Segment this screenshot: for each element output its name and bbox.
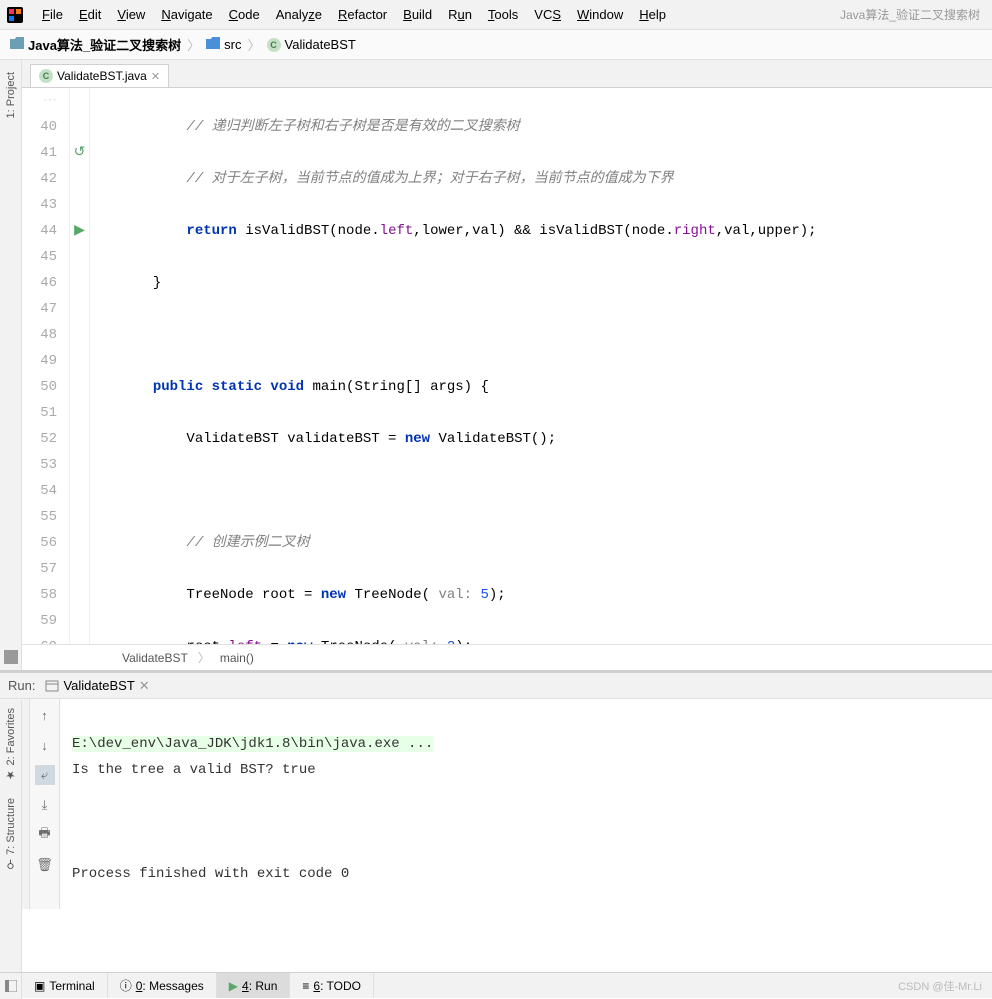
menu-refactor[interactable]: Refactor — [330, 3, 395, 26]
up-icon[interactable]: ↑ — [35, 705, 55, 725]
soft-wrap-button[interactable]: ⤶ — [35, 765, 55, 785]
sidebar-tab-favorites[interactable]: ★ 2: Favorites — [2, 700, 19, 790]
chevron-right-icon: 〉 — [198, 649, 210, 666]
nav-breadcrumbs: Java算法_验证二叉搜索树 〉 src 〉 C ValidateBST — [0, 30, 992, 60]
tab-todo[interactable]: ≡ 6: TODO — [290, 973, 374, 998]
menu-view[interactable]: View — [109, 3, 153, 26]
menu-navigate[interactable]: Navigate — [153, 3, 220, 26]
crumb-src[interactable]: src — [206, 37, 241, 52]
tool-window-quick-access-icon[interactable] — [0, 973, 22, 999]
folder-icon — [206, 37, 220, 52]
terminal-icon: ▣ — [34, 979, 45, 993]
tab-terminal[interactable]: ▣ Terminal — [22, 973, 108, 998]
down-icon[interactable]: ↓ — [35, 735, 55, 755]
recursive-icon[interactable]: ↺ — [70, 140, 89, 166]
tab-messages[interactable]: ⓘ 0: Messages — [108, 973, 217, 998]
menu-window[interactable]: Window — [569, 3, 631, 26]
close-icon[interactable]: ✕ — [151, 70, 160, 83]
sidebar-corner-icon[interactable] — [4, 650, 18, 664]
console-line: Process finished with exit code 0 — [72, 861, 980, 887]
menu-build[interactable]: Build — [395, 3, 440, 26]
project-name-label: Java算法_验证二叉搜索树 — [840, 6, 986, 23]
bottom-tool-bar: ▣ Terminal ⓘ 0: Messages ▶ 4: Run ≡ 6: T… — [0, 972, 992, 998]
line-gutter: ⋯ 40414243 44454647 48495051 52535455 56… — [22, 88, 70, 644]
gutter-markers: ↺ ▶ — [70, 88, 90, 644]
folder-icon — [10, 37, 24, 52]
bc-class[interactable]: ValidateBST — [122, 651, 188, 665]
class-icon: C — [267, 38, 281, 52]
run-config-icon — [45, 679, 59, 693]
crumb-project[interactable]: Java算法_验证二叉搜索树 — [10, 35, 181, 54]
class-icon: C — [39, 69, 53, 83]
run-label: Run: — [8, 678, 35, 693]
menu-tools[interactable]: Tools — [480, 3, 526, 26]
menu-bar: File Edit View Navigate Code Analyze Ref… — [0, 0, 992, 30]
messages-icon: ⓘ — [120, 977, 132, 994]
menu-file[interactable]: File — [34, 3, 71, 26]
chevron-right-icon: 〉 — [187, 35, 200, 54]
editor-breadcrumb: ValidateBST 〉 main() — [22, 644, 992, 670]
run-tool-window: Run: ValidateBST ✕ ▶ ■ ⇉ ⊞ 📌 ↑ ↓ ⤶ ⤓ 🖶 🗑… — [0, 670, 992, 909]
menu-vcs[interactable]: VCS — [526, 3, 569, 26]
code-editor[interactable]: ⋯ 40414243 44454647 48495051 52535455 56… — [22, 88, 992, 644]
run-config[interactable]: ValidateBST ✕ — [45, 678, 149, 694]
sidebar-tab-project[interactable]: 1: Project — [3, 64, 19, 126]
menu-edit[interactable]: Edit — [71, 3, 109, 26]
run-icon: ▶ — [229, 979, 238, 993]
scroll-to-end-button[interactable]: ⤓ — [35, 795, 55, 815]
app-logo-icon — [6, 6, 24, 24]
tab-run[interactable]: ▶ 4: Run — [217, 973, 291, 998]
code-content[interactable]: // 递归判断左子树和右子树是否是有效的二叉搜索树 // 对于左子树，当前节点的… — [90, 88, 992, 644]
run-gutter-icon[interactable]: ▶ — [70, 218, 89, 244]
todo-icon: ≡ — [302, 979, 309, 993]
sidebar-tab-structure[interactable]: ⚲ 7: Structure — [2, 790, 19, 879]
clear-button[interactable]: 🗑 — [35, 855, 55, 875]
watermark: CSDN @佳-Mr.Li — [898, 978, 992, 994]
console-line: Is the tree a valid BST? true — [72, 757, 980, 783]
menu-run[interactable]: Run — [440, 3, 480, 26]
console-cmd: E:\dev_env\Java_JDK\jdk1.8\bin\java.exe … — [72, 736, 433, 752]
print-button[interactable]: 🖶 — [35, 825, 55, 845]
editor-tab[interactable]: C ValidateBST.java ✕ — [30, 64, 169, 87]
chevron-right-icon: 〉 — [248, 35, 261, 54]
console-output[interactable]: E:\dev_env\Java_JDK\jdk1.8\bin\java.exe … — [60, 699, 992, 909]
crumb-class[interactable]: C ValidateBST — [267, 37, 356, 52]
left-tool-strip: 1: Project — [0, 60, 22, 670]
tab-label: ValidateBST.java — [57, 69, 147, 83]
menu-analyze[interactable]: Analyze — [268, 3, 330, 26]
run-left-toolbar-2: ↑ ↓ ⤶ ⤓ 🖶 🗑 — [30, 699, 60, 909]
bc-method[interactable]: main() — [220, 651, 254, 665]
editor-tabs: C ValidateBST.java ✕ — [22, 60, 992, 88]
close-icon[interactable]: ✕ — [139, 678, 150, 694]
menu-code[interactable]: Code — [221, 3, 268, 26]
menu-help[interactable]: Help — [631, 3, 674, 26]
